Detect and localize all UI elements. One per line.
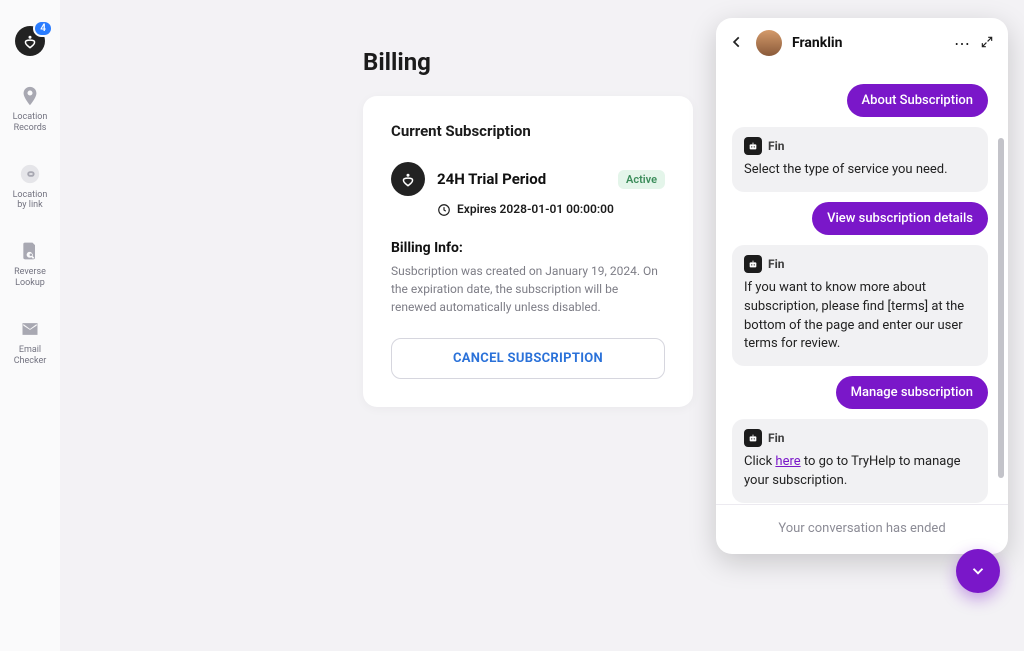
sidebar-item-label: Email Checker [14,345,47,367]
sidebar-item-email-checker[interactable]: Email Checker [0,317,60,367]
current-subscription-heading: Current Subscription [391,122,665,140]
scrollbar[interactable] [998,138,1004,478]
location-pin-icon [18,84,42,108]
back-icon[interactable] [730,34,746,53]
clock-icon [437,202,451,216]
bot-message: Fin Click here to go to TryHelp to manag… [732,419,988,503]
expand-icon[interactable] [980,34,994,53]
bot-icon [744,255,762,273]
tryhelp-link[interactable]: here [775,454,800,469]
bot-text: If you want to know more about subscript… [744,279,976,354]
user-message-manage-subscription[interactable]: Manage subscription [836,376,988,409]
app-logo[interactable]: 4 [15,26,45,56]
sidebar-item-label: Location by link [13,190,48,212]
chat-name: Franklin [792,35,944,51]
expires-label: Expires 2028-01-01 00:00:00 [457,202,614,216]
billing-info-text: Susbcription was created on January 19, … [391,262,665,316]
notification-badge: 4 [33,20,53,37]
cancel-subscription-button[interactable]: CANCEL SUBSCRIPTION [391,338,665,379]
bot-message: Fin If you want to know more about subsc… [732,245,988,366]
bot-text: Select the type of service you need. [744,161,976,180]
chat-footer: Your conversation has ended [716,504,1008,554]
plan-name: 24H Trial Period [437,170,546,188]
avatar [756,30,782,56]
bot-name-label: Fin [768,431,785,445]
sidebar-item-location-records[interactable]: Location Records [0,84,60,134]
subscription-card: Current Subscription 24H Trial Period Ac… [363,96,693,407]
more-icon[interactable]: ⋯ [954,34,970,53]
bot-text: Click here to go to TryHelp to manage yo… [744,453,976,491]
sidebar-item-reverse-lookup[interactable]: Reverse Lookup [0,239,60,289]
billing-info-label: Billing Info: [391,240,665,256]
user-message-about-subscription[interactable]: About Subscription [847,84,988,117]
plan-logo-icon [391,162,425,196]
bot-message: Fin Select the type of service you need. [732,127,988,192]
chat-header: Franklin ⋯ [716,18,1008,68]
link-icon [18,162,42,186]
document-search-icon [18,239,42,263]
bot-name-label: Fin [768,257,785,271]
mail-icon [18,317,42,341]
sidebar-item-label: Location Records [13,112,48,134]
sidebar: 4 Location Records Location by link Reve… [0,0,60,651]
user-message-view-subscription-details[interactable]: View subscription details [812,202,988,235]
bot-icon [744,429,762,447]
sidebar-item-location-by-link[interactable]: Location by link [0,162,60,212]
bot-name-label: Fin [768,139,785,153]
bot-icon [744,137,762,155]
chat-toggle-button[interactable] [956,549,1000,593]
chat-body: About Subscription Fin Select the type o… [716,68,1008,504]
chat-widget: Franklin ⋯ About Subscription Fin Select… [716,18,1008,554]
sidebar-item-label: Reverse Lookup [14,267,46,289]
status-badge: Active [618,170,665,189]
page-title: Billing [363,48,693,76]
